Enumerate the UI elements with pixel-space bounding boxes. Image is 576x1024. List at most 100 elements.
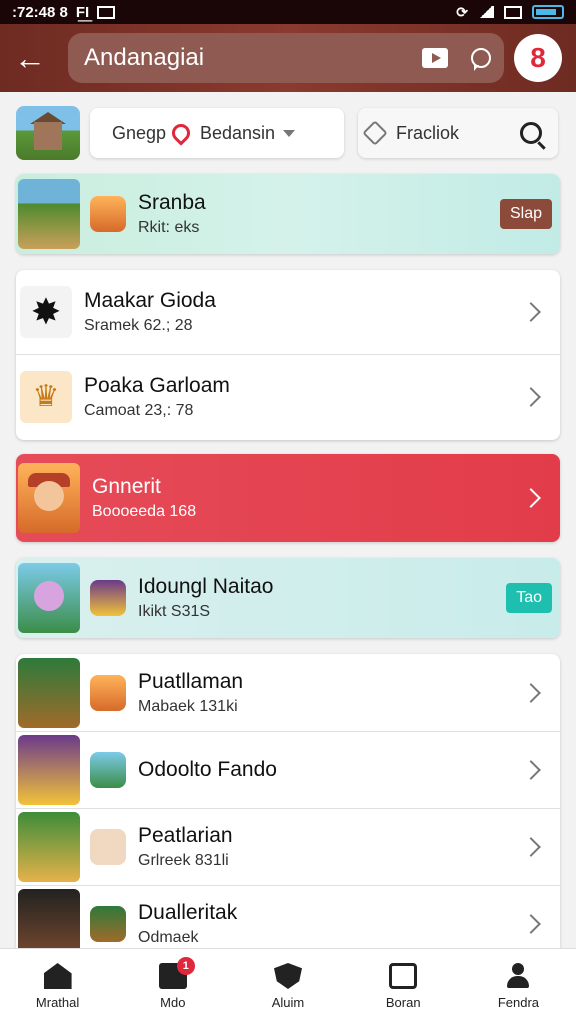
chat-button[interactable]	[458, 35, 504, 81]
house-icon	[34, 122, 62, 150]
item-title: Maakar Gioda	[84, 289, 216, 312]
list-item[interactable]: ♛ Poaka Garloam Camoat 23,: 78	[16, 354, 560, 438]
action-button[interactable]: Tao	[506, 583, 552, 613]
character-image	[18, 463, 80, 533]
list-item[interactable]: Peatlarian Grlreek 831li	[16, 808, 560, 885]
back-button[interactable]: ←	[0, 24, 60, 92]
game-icon	[90, 196, 126, 232]
face-shape	[34, 481, 64, 511]
list-item[interactable]: Dualleritak Odmaek	[16, 885, 560, 954]
wifi-icon: ⟳	[456, 3, 468, 20]
highlight-card[interactable]: Idoungl Naitao Ikikt S31S Tao	[16, 558, 560, 638]
item-title: Puatllaman	[138, 669, 244, 693]
item-subtitle: Grlreek 831li	[138, 852, 229, 869]
list-item[interactable]: Gnnerit Boooeeda 168	[16, 454, 560, 542]
game-list-card: Puatllaman Mabaek 131ki Odoolto Fando Pe…	[16, 654, 560, 954]
location-thumbnail[interactable]	[16, 106, 80, 160]
game-icon	[90, 580, 126, 616]
app-logo[interactable]: 8	[514, 34, 562, 82]
item-subtitle: Ikikt S31S	[138, 603, 211, 620]
chevron-right-icon	[521, 837, 541, 857]
nav-label: Mdo	[160, 995, 186, 1010]
list-item[interactable]: Idoungl Naitao Ikikt S31S Tao	[16, 558, 560, 638]
nav-item-shield[interactable]: Aluim	[230, 949, 345, 1024]
game-icon	[90, 906, 126, 942]
star-burst-icon: ✸	[20, 286, 72, 338]
item-subtitle: Sramek 62.; 28	[84, 317, 193, 334]
app-header: ← Andanagiai 8	[0, 24, 576, 92]
search-text: Andanagiai	[84, 44, 205, 71]
chevron-right-icon	[521, 682, 541, 703]
play-icon	[422, 48, 448, 68]
item-subtitle: Camoat 23,: 78	[84, 401, 194, 419]
mail-icon: 1	[158, 957, 195, 989]
chevron-right-icon	[521, 386, 541, 407]
notification-badge: 1	[176, 957, 195, 975]
chat-icon	[471, 48, 491, 71]
sort-label: Fracliok	[396, 122, 460, 143]
item-title: Odoolto Fando	[138, 758, 277, 781]
game-cover-image	[18, 179, 80, 249]
list-item[interactable]: Sranba Rkit: eks Slap	[16, 174, 560, 254]
search-icon[interactable]	[520, 122, 542, 144]
chevron-right-icon	[521, 760, 541, 780]
game-icon	[90, 752, 126, 788]
list-item[interactable]: Odoolto Fando	[16, 731, 560, 808]
item-subtitle: Rkit: eks	[138, 219, 200, 236]
crown-icon: ♛	[20, 370, 72, 423]
game-list-card: ✸ Maakar Gioda Sramek 62.; 28 ♛ Poaka Ga…	[16, 270, 560, 440]
nav-item-mail[interactable]: 1 Mdo	[115, 949, 230, 1024]
shield-icon	[274, 963, 302, 989]
promo-card[interactable]: Gnnerit Boooeeda 168	[16, 454, 560, 542]
nav-label: Mrathal	[35, 995, 80, 1010]
featured-card[interactable]: Sranba Rkit: eks Slap	[16, 174, 560, 254]
status-bar: :72:48 8 F͟I ⟳	[0, 0, 576, 24]
back-arrow-icon: ←	[14, 39, 46, 76]
item-title: Gnnerit	[92, 475, 161, 498]
nav-label: Aluim	[271, 995, 305, 1010]
nav-item-profile[interactable]: Fendra	[461, 949, 576, 1024]
item-title: Poaka Garloam	[84, 373, 230, 397]
tab-label[interactable]: Gnegp	[112, 123, 172, 144]
nav-label: Fendra	[497, 995, 540, 1010]
status-time: :72:48 8	[12, 3, 68, 21]
chevron-right-icon	[521, 914, 541, 934]
nav-label: Boran	[385, 995, 421, 1010]
list-item[interactable]: ✸ Maakar Gioda Sramek 62.; 28	[16, 270, 560, 354]
nav-item-home[interactable]: Mrathal	[0, 949, 115, 1024]
item-subtitle: Mabaek 131ki	[138, 697, 238, 715]
location-pin-icon	[168, 120, 194, 146]
list-item[interactable]: Puatllaman Mabaek 131ki	[16, 654, 560, 731]
sort-filter[interactable]: Fracliok	[358, 108, 558, 158]
sim-icon: F͟I	[75, 3, 90, 21]
filter-row: Gnegp Bedansin Fracliok	[0, 100, 576, 166]
play-button[interactable]	[412, 35, 458, 81]
game-cover-image	[18, 735, 80, 805]
game-cover-image	[18, 812, 80, 882]
gear-icon	[362, 120, 388, 146]
game-cover-image	[18, 889, 80, 954]
game-icon	[90, 674, 126, 711]
location-label[interactable]: Bedansin	[200, 123, 275, 144]
search-bar[interactable]: Andanagiai	[68, 33, 504, 83]
chevron-down-icon	[283, 129, 296, 137]
bottom-navigation: Mrathal 1 Mdo Aluim Boran Fendra	[0, 948, 576, 1024]
store-icon	[389, 963, 418, 989]
item-title: Dualleritak	[138, 901, 238, 924]
category-location-filter[interactable]: Gnegp Bedansin	[90, 108, 344, 158]
nav-item-store[interactable]: Boran	[346, 949, 461, 1024]
game-icon	[90, 829, 126, 865]
battery-icon	[532, 5, 564, 19]
play-now-button[interactable]: Slap	[499, 199, 552, 229]
signal-icon	[478, 6, 494, 18]
item-title: Peatlarian	[138, 824, 233, 847]
item-title: Sranba	[138, 191, 206, 214]
chevron-right-icon	[521, 488, 541, 508]
home-icon	[43, 963, 72, 989]
game-cover-image	[18, 563, 80, 633]
game-cover-image	[18, 657, 80, 728]
item-title: Idoungl Naitao	[138, 575, 274, 598]
user-icon	[504, 963, 532, 989]
chevron-right-icon	[521, 302, 541, 322]
logo-text: 8	[530, 42, 546, 73]
